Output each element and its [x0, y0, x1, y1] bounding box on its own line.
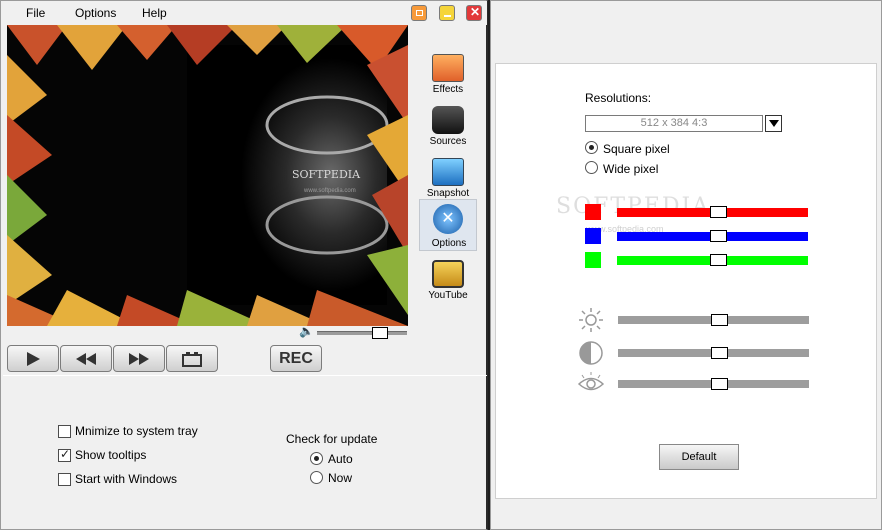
options-panel: Resolutions: 512 x 384 4:3 Square pixel … [495, 63, 877, 499]
rewind-icon [76, 352, 96, 365]
update-auto-radio[interactable] [310, 452, 323, 465]
show-tooltips-checkbox[interactable]: ✓ [58, 447, 71, 462]
fast-forward-button[interactable] [113, 345, 165, 372]
video-preview: SOFTPEDIA www.softpedia.com [7, 25, 408, 326]
preview-watermark: SOFTPEDIA [292, 168, 361, 181]
tool-label: Effects [432, 84, 464, 95]
square-pixel-radio[interactable] [585, 141, 598, 154]
square-pixel-label: Square pixel [603, 142, 670, 156]
clip-button[interactable] [166, 345, 218, 372]
fast-forward-icon [129, 352, 149, 365]
wide-pixel-label: Wide pixel [603, 162, 659, 176]
record-button[interactable]: REC [270, 345, 322, 372]
sources-icon [432, 106, 464, 134]
menu-help[interactable]: Help [142, 6, 167, 20]
play-icon [27, 351, 40, 366]
volume-control: 🔈 [297, 324, 409, 342]
show-tooltips-label: Show tooltips [75, 448, 147, 462]
clapper-icon [182, 351, 202, 367]
eye-icon [578, 372, 604, 391]
preview-watermark-url: www.softpedia.com [303, 188, 356, 194]
speaker-icon: 🔈 [299, 324, 314, 338]
blue-slider-thumb[interactable] [710, 230, 728, 242]
update-title: Check for update [286, 432, 378, 446]
minimize-button[interactable] [439, 5, 455, 21]
tool-label: Sources [429, 136, 467, 147]
minimize-tray-checkbox[interactable] [58, 425, 71, 438]
brightness-slider-thumb[interactable] [711, 314, 729, 326]
blue-swatch [585, 228, 601, 244]
options-icon: ✕ [433, 204, 463, 234]
main-window: File Options Help ✕ SOFTPEDIA www.softpe… [0, 0, 488, 530]
close-button[interactable]: ✕ [466, 5, 482, 21]
restore-icon [416, 10, 423, 16]
green-slider-thumb[interactable] [710, 254, 728, 266]
red-slider-thumb[interactable] [710, 206, 728, 218]
volume-thumb[interactable] [372, 327, 388, 339]
rewind-button[interactable] [60, 345, 112, 372]
tool-label: YouTube [428, 290, 468, 301]
youtube-icon [432, 260, 464, 288]
red-swatch [585, 204, 601, 220]
green-swatch [585, 252, 601, 268]
divider [3, 375, 487, 376]
minimize-icon [444, 15, 451, 17]
menu-file[interactable]: File [26, 6, 45, 20]
wide-pixel-radio[interactable] [585, 161, 598, 174]
resolutions-label: Resolutions: [585, 91, 652, 105]
start-windows-checkbox[interactable] [58, 473, 71, 486]
sun-icon [579, 308, 603, 332]
tool-effects[interactable]: Effects [419, 51, 477, 102]
default-button[interactable]: Default [659, 444, 739, 470]
update-auto-label: Auto [328, 452, 353, 466]
tool-label: Options [431, 238, 467, 249]
checkmark-icon: ✓ [60, 447, 71, 461]
tool-youtube[interactable]: YouTube [419, 257, 477, 308]
tool-label: Snapshot [426, 188, 470, 199]
saturation-slider-thumb[interactable] [711, 378, 729, 390]
options-window: Resolutions: 512 x 384 4:3 Square pixel … [490, 0, 882, 530]
update-now-radio[interactable] [310, 471, 323, 484]
play-button[interactable] [7, 345, 59, 372]
effects-icon [432, 54, 464, 82]
menu-options[interactable]: Options [75, 6, 116, 20]
volume-slider[interactable] [317, 331, 407, 335]
contrast-slider-thumb[interactable] [711, 347, 729, 359]
restore-button[interactable] [411, 5, 427, 21]
resolution-select[interactable]: 512 x 384 4:3 [585, 115, 763, 132]
update-now-label: Now [328, 471, 353, 485]
preview-image: SOFTPEDIA www.softpedia.com [7, 25, 408, 326]
resolution-dropdown-button[interactable] [765, 115, 782, 132]
menu-bar: File Options Help ✕ [1, 1, 487, 25]
close-icon: ✕ [470, 5, 481, 19]
tool-options[interactable]: ✕ Options [419, 199, 477, 251]
start-windows-label: Start with Windows [75, 472, 178, 486]
minimize-tray-label: Mnimize to system tray [75, 424, 198, 438]
snapshot-icon [432, 158, 464, 186]
contrast-icon [579, 341, 603, 365]
tool-sources[interactable]: Sources [419, 103, 477, 154]
